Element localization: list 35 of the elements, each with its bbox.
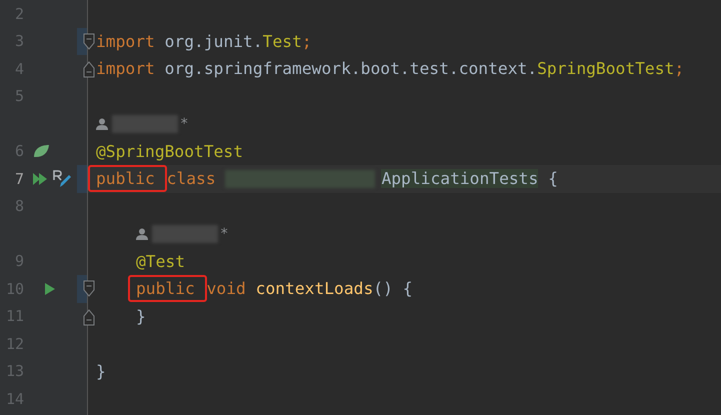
code-text: } bbox=[96, 362, 106, 381]
code-text: org.springframework.boot.test.context. bbox=[164, 59, 538, 78]
double-run-icon[interactable] bbox=[32, 172, 48, 186]
annotation: @SpringBootTest bbox=[96, 142, 244, 161]
class-name: SpringBootTest bbox=[537, 59, 674, 78]
code-text: () { bbox=[373, 279, 412, 298]
r-pencil-icon[interactable] bbox=[52, 170, 72, 188]
keyword: ; bbox=[674, 59, 684, 78]
code-text: ApplicationTests bbox=[381, 169, 538, 188]
fold-icon[interactable] bbox=[83, 32, 95, 50]
code-text: } bbox=[136, 306, 146, 326]
code-text: { bbox=[547, 169, 558, 188]
person-icon bbox=[136, 228, 148, 240]
fold-icon[interactable] bbox=[83, 280, 95, 298]
fold-icon[interactable] bbox=[83, 60, 95, 78]
keyword: public bbox=[88, 165, 167, 192]
fold-icon[interactable] bbox=[83, 308, 95, 326]
hint-text: * bbox=[180, 116, 188, 132]
keyword: void bbox=[206, 279, 247, 298]
code-text: org.junit. bbox=[164, 32, 263, 51]
keyword: import bbox=[96, 32, 156, 51]
leaf-icon[interactable] bbox=[32, 143, 50, 160]
keyword: ; bbox=[302, 32, 312, 51]
hint-text: * bbox=[220, 226, 228, 242]
blurred-text bbox=[152, 224, 218, 243]
line-number: 7 bbox=[14, 170, 24, 188]
keyword: public bbox=[128, 275, 207, 302]
blurred-text bbox=[112, 114, 178, 133]
annotation: @Test bbox=[136, 252, 186, 271]
method-name: contextLoads bbox=[256, 279, 374, 298]
keyword: import bbox=[96, 59, 156, 78]
keyword: class bbox=[166, 169, 217, 188]
class-name: Test bbox=[262, 32, 302, 51]
run-icon[interactable] bbox=[44, 282, 56, 296]
person-icon bbox=[96, 118, 108, 130]
